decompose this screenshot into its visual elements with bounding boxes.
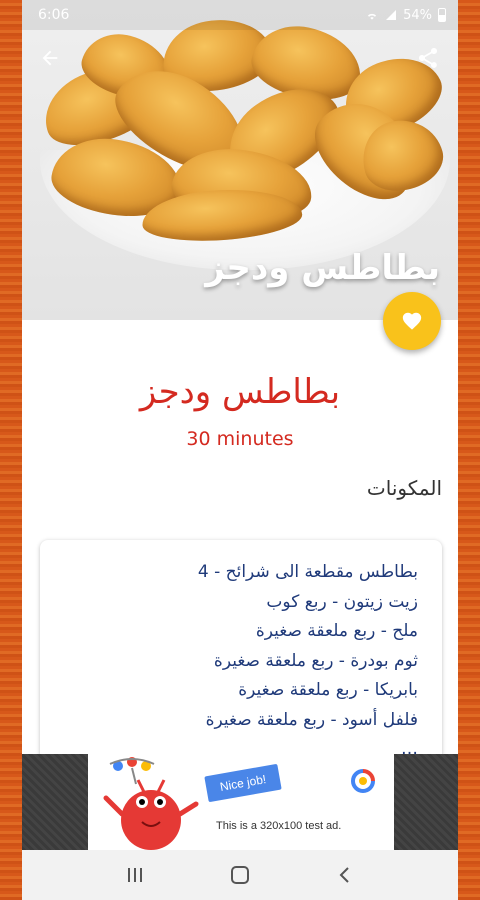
- heart-icon: [402, 312, 422, 330]
- recipe-title: بطاطس ودجز: [139, 372, 341, 412]
- ad-badge: Nice job!: [204, 763, 282, 803]
- nav-home-button[interactable]: [220, 855, 260, 895]
- ingredient-item: بابريكا - ربع ملعقة صغيرة: [238, 680, 418, 700]
- favorite-button[interactable]: [383, 292, 441, 350]
- ad-text: This is a 320x100 test ad.: [216, 820, 342, 832]
- ingredient-item: ملح - ربع ملعقة صغيرة: [255, 621, 418, 641]
- status-bar: 6:06 54%: [22, 0, 458, 30]
- battery-percent: 54%: [403, 7, 432, 23]
- hero-image: 6:06 54% بطاطس ودجز: [22, 0, 458, 320]
- ad-content[interactable]: Nice job! This is a 320x100 test ad.: [88, 754, 394, 850]
- navigation-bar: [22, 850, 458, 900]
- share-button[interactable]: [410, 40, 446, 76]
- hero-title: بطاطس ودجز: [205, 248, 440, 288]
- battery-icon: [438, 8, 446, 22]
- wifi-icon: [368, 13, 377, 20]
- frame-right: [458, 0, 480, 900]
- nav-back-button[interactable]: [325, 855, 365, 895]
- arrow-back-icon: [42, 50, 58, 66]
- ad-logo-icon: [351, 769, 375, 793]
- recipe-time: 30 minutes: [186, 428, 294, 450]
- nav-back-icon: [339, 867, 350, 883]
- frame-left: [0, 0, 22, 900]
- app-screen: 6:06 54% بطاطس ودجز بطاطس ودجز 30 minute…: [22, 0, 458, 900]
- share-icon: [419, 48, 437, 68]
- ingredient-item: بطاطس مقطعة الى شرائح - 4: [197, 562, 418, 582]
- ingredients-label: المكونات: [366, 476, 442, 500]
- ad-banner[interactable]: Nice job! This is a 320x100 test ad.: [22, 754, 458, 850]
- ingredient-item: ثوم بودرة - ربع ملعقة صغيرة: [213, 650, 418, 671]
- ad-mascot-icon: [103, 757, 199, 850]
- signal-icon: [386, 10, 397, 20]
- home-icon: [230, 866, 249, 884]
- ingredient-item: زيت زيتون - ربع كوب: [266, 591, 418, 612]
- ingredient-item: فلفل أسود - ربع ملعقة صغيرة: [205, 709, 418, 730]
- back-button[interactable]: [32, 40, 68, 76]
- status-time: 6:06: [38, 7, 70, 23]
- recents-icon: [127, 868, 142, 882]
- nav-recents-button[interactable]: [115, 855, 155, 895]
